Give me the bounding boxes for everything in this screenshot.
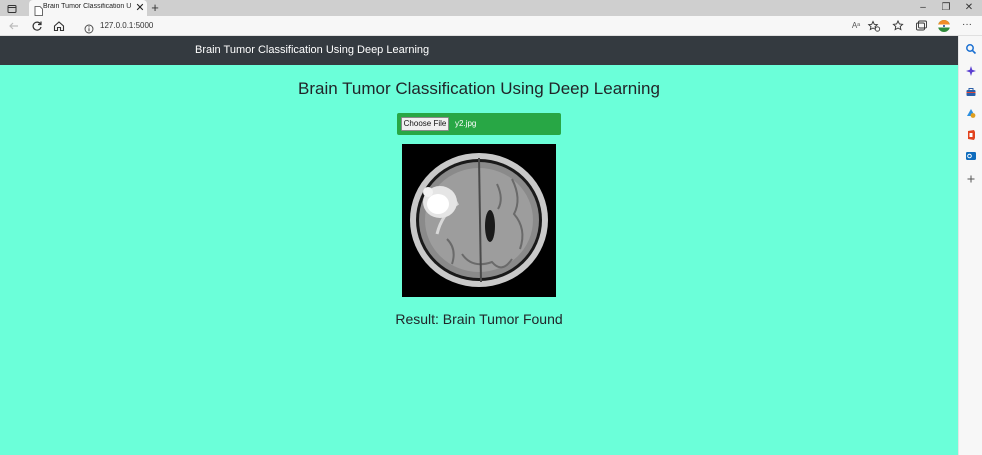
url-text: 127.0.0.1:5000 [100, 21, 154, 30]
browser-tab[interactable]: Brain Tumor Classification Using Deep Le… [29, 0, 147, 16]
navbar: Brain Tumor Classification Using Deep Le… [0, 36, 958, 65]
read-aloud-icon[interactable]: Aᵃ [848, 18, 864, 34]
tab-title: Brain Tumor Classification Using Deep Le… [43, 3, 131, 10]
prediction-result: Result: Brain Tumor Found [395, 311, 563, 327]
mri-scan-image [402, 144, 556, 297]
file-upload-field[interactable]: Choose File y2.jpg [397, 113, 561, 135]
tab-actions-icon[interactable] [6, 2, 18, 14]
search-icon[interactable] [965, 42, 977, 55]
profile-avatar[interactable] [936, 18, 952, 34]
copilot-sparkle-icon[interactable] [965, 64, 977, 76]
favorites-icon[interactable] [890, 18, 906, 34]
add-icon[interactable] [965, 172, 977, 184]
games-icon[interactable] [965, 106, 977, 118]
outlook-icon[interactable] [965, 149, 977, 161]
refresh-icon[interactable] [29, 18, 45, 34]
browser-toolbar: 127.0.0.1:5000 Aᵃ ··· [0, 16, 982, 36]
tab-strip: Brain Tumor Classification Using Deep Le… [0, 0, 982, 16]
restore-button[interactable]: ❐ [935, 0, 957, 16]
toolbox-icon[interactable] [965, 85, 977, 97]
address-bar[interactable]: 127.0.0.1:5000 [74, 18, 880, 34]
choose-file-button[interactable]: Choose File [401, 117, 449, 131]
collections-icon[interactable] [913, 18, 929, 34]
new-tab-button[interactable]: + [148, 0, 162, 16]
office-icon[interactable] [965, 128, 977, 140]
close-window-button[interactable]: ✕ [958, 0, 980, 16]
page-viewport: Brain Tumor Classification Using Deep Le… [0, 36, 958, 455]
browser-sidebar [958, 36, 982, 455]
back-icon[interactable] [6, 18, 22, 34]
page-icon [34, 3, 43, 16]
navbar-brand[interactable]: Brain Tumor Classification Using Deep Le… [195, 44, 429, 56]
favorite-add-icon[interactable] [866, 18, 882, 34]
home-icon[interactable] [51, 18, 67, 34]
selected-file-name: y2.jpg [455, 119, 477, 128]
info-icon[interactable] [84, 21, 94, 34]
page-title: Brain Tumor Classification Using Deep Le… [298, 79, 660, 98]
minimize-button[interactable]: – [912, 0, 934, 16]
tab-close-icon[interactable]: ✕ [134, 1, 146, 15]
more-menu-icon[interactable]: ··· [959, 18, 975, 34]
